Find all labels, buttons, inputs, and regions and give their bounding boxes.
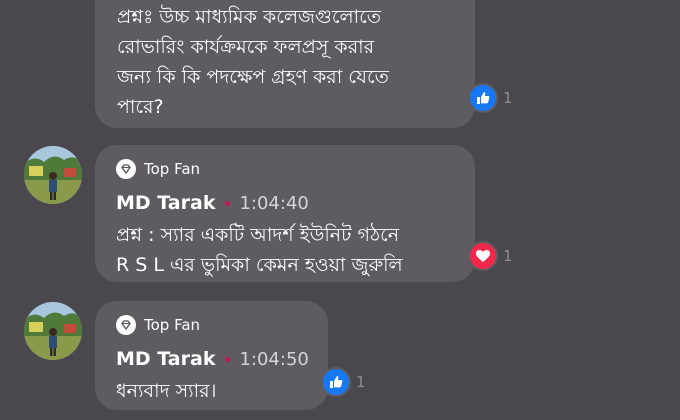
comment-bubble[interactable]: Top Fan MD Tarak 1:04:50 ধন্যবাদ স্যার। [95,301,328,410]
comment-text-line: ধন্যবাদ স্যার। [116,380,217,402]
badge-label: Top Fan [144,316,201,334]
comment-text-line: পারে? [117,96,164,118]
like-reaction-button[interactable] [321,367,351,397]
profile-photo-icon [24,302,82,360]
reaction-count: 1 [503,89,513,107]
comment-text: প্রশ্ন : স্যার একটি আদর্শ ইউনিট গঠনে R S… [116,220,475,280]
badge-label: Top Fan [144,160,201,178]
comment-text-line: প্রশ্ন : স্যার একটি আদর্শ ইউনিট গঠনে [116,224,400,246]
comment-bubble[interactable]: Top Fan MD Tarak 1:04:40 প্রশ্ন : স্যার … [95,145,475,282]
comment-header: MD Tarak 1:04:50 [116,344,328,374]
comment-text-line: R S L এর ভুমিকা কেমন হওয়া জুরুলি [116,254,403,276]
love-reaction-button[interactable] [468,241,498,271]
comment-text: ধন্যবাদ স্যার। [116,376,328,406]
avatar[interactable] [24,146,82,204]
comment-text: প্রশ্নঃ উচ্চ মাধ্যমিক কলেজগুলোতে রোভারিং… [117,2,475,122]
heart-icon [476,250,490,262]
author-name[interactable]: MD Tarak [116,192,215,214]
comment-text-line: রোভারিং কার্যক্রমকে ফলপ্রসূ করার [117,36,375,58]
diamond-icon [116,315,136,335]
comment-timestamp[interactable]: 1:04:40 [239,193,308,214]
comment-text-line: প্রশ্নঃ উচ্চ মাধ্যমিক কলেজগুলোতে [117,6,382,28]
profile-photo-icon [24,146,82,204]
thumbs-up-icon [330,376,343,388]
diamond-icon [116,159,136,179]
avatar[interactable] [24,302,82,360]
thumbs-up-icon [477,92,490,104]
separator-dot-icon [225,356,231,362]
comment-bubble[interactable]: প্রশ্নঃ উচ্চ মাধ্যমিক কলেজগুলোতে রোভারিং… [95,0,475,128]
comment-text-line: জন্য কি কি পদক্ষেপ গ্রহণ করা যেতে [117,66,389,88]
top-fan-badge: Top Fan [116,158,475,180]
comment-header: MD Tarak 1:04:40 [116,188,475,218]
top-fan-badge: Top Fan [116,314,328,336]
reaction-count: 1 [356,373,366,391]
like-reaction-button[interactable] [468,83,498,113]
separator-dot-icon [225,200,231,206]
comment-timestamp[interactable]: 1:04:50 [239,349,308,370]
author-name[interactable]: MD Tarak [116,348,215,370]
reaction-count: 1 [503,247,513,265]
